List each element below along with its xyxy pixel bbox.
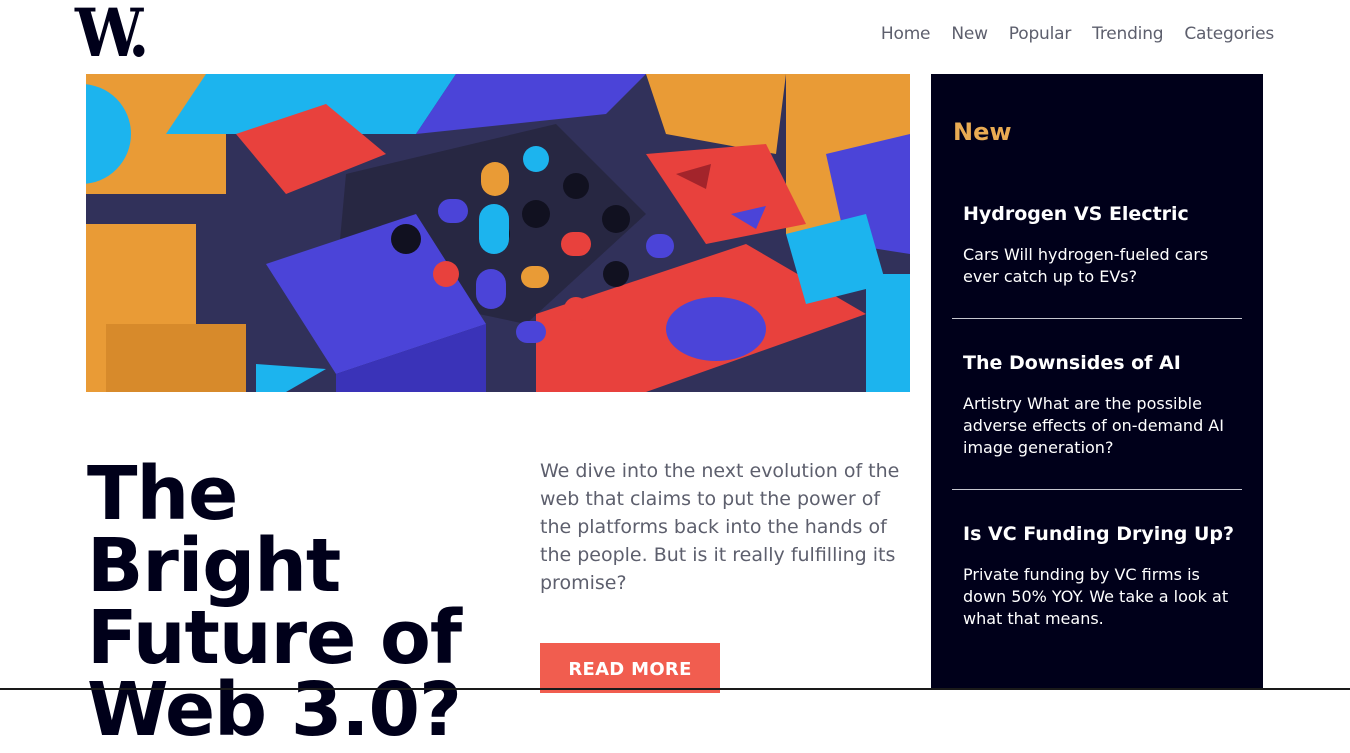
nav-home[interactable]: Home	[881, 24, 931, 44]
sidebar-item-text: Private funding by VC firms is down 50% …	[963, 565, 1229, 628]
nav-categories[interactable]: Categories	[1184, 24, 1274, 44]
sidebar-title: New	[953, 118, 1012, 146]
sidebar-item-title[interactable]: Is VC Funding Drying Up?	[963, 522, 1242, 546]
nav-trending[interactable]: Trending	[1092, 24, 1163, 44]
hero-image	[86, 74, 910, 392]
divider	[952, 318, 1242, 319]
new-sidebar: New Hydrogen VS Electric Cars Will hydro…	[931, 74, 1263, 690]
sidebar-item-hydrogen[interactable]: Hydrogen VS Electric Cars Will hydrogen-…	[952, 202, 1242, 288]
nav-new[interactable]: New	[951, 24, 988, 44]
sidebar-item-vc[interactable]: Is VC Funding Drying Up? Private funding…	[952, 522, 1242, 630]
article-description: We dive into the next evolution of the w…	[540, 460, 900, 594]
sidebar-item-text: Artistry What are the possible adverse e…	[963, 394, 1224, 457]
divider	[952, 489, 1242, 490]
sidebar-item-text: Cars Will hydrogen-fueled cars ever catc…	[963, 245, 1209, 286]
article-title: The Bright Future of Web 3.0?	[87, 457, 507, 747]
title-line-3: Web 3.0?	[87, 667, 462, 753]
sidebar-item-ai[interactable]: The Downsides of AI Artistry What are th…	[952, 351, 1242, 459]
sidebar-item-title[interactable]: The Downsides of AI	[963, 351, 1242, 375]
site-logo[interactable]: W.	[75, 0, 149, 66]
hero-illustration	[86, 74, 910, 392]
main-nav: Home New Popular Trending Categories	[860, 24, 1274, 44]
nav-popular[interactable]: Popular	[1009, 24, 1072, 44]
sidebar-item-title[interactable]: Hydrogen VS Electric	[963, 202, 1242, 226]
title-line-1: The Bright	[87, 451, 341, 609]
read-more-button[interactable]: READ MORE	[540, 643, 720, 693]
